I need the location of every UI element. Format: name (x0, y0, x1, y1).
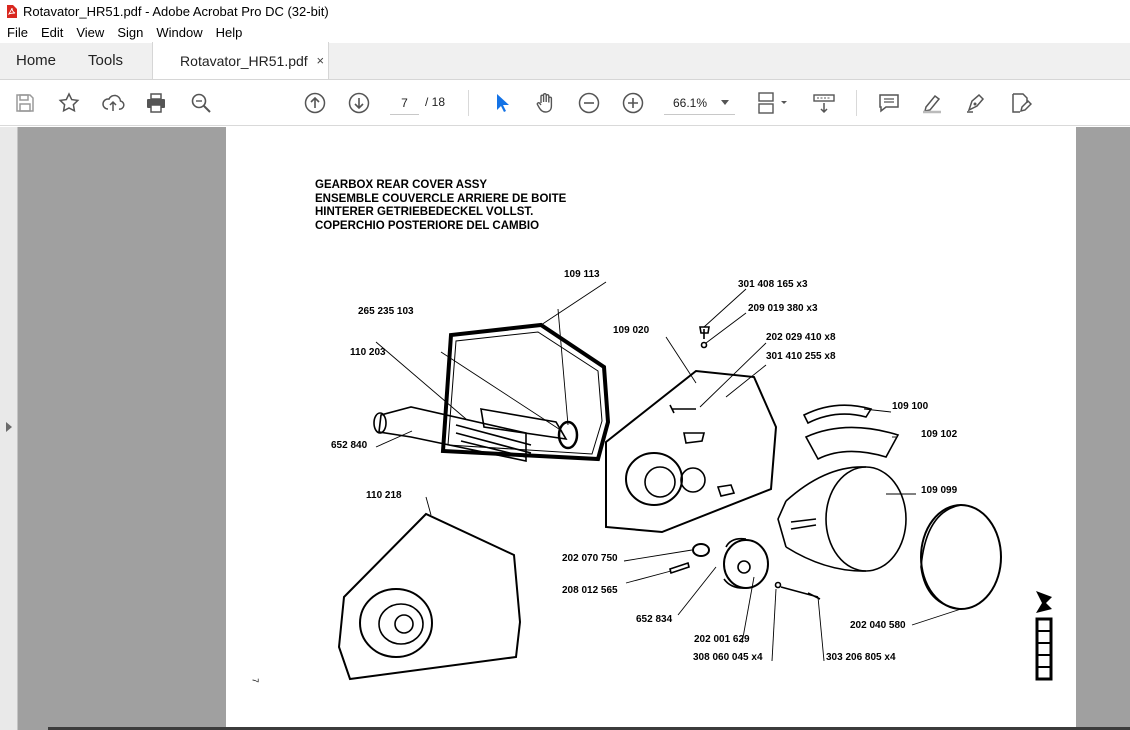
part-label: 109 020 (613, 325, 650, 336)
menu-edit[interactable]: Edit (34, 25, 69, 40)
toolbar-divider (856, 90, 857, 116)
left-panel-toggle[interactable] (0, 127, 18, 730)
part-label: 265 235 103 (358, 306, 414, 317)
menu-help[interactable]: Help (209, 25, 249, 40)
page-layout-icon[interactable] (757, 91, 791, 115)
part-label: 301 408 165 x3 (738, 279, 808, 290)
bookmark-star-icon[interactable] (57, 91, 81, 115)
document-tab-label: Rotavator_HR51.pdf (180, 52, 308, 69)
zoom-level-value: 66.1% (673, 95, 708, 110)
close-tab-icon[interactable]: × (316, 53, 324, 68)
right-scroll-area[interactable] (1102, 127, 1130, 730)
chevron-right-icon (6, 422, 12, 432)
part-label: 209 019 380 x3 (748, 303, 818, 314)
part-label: 652 840 (331, 440, 368, 451)
select-cursor-icon[interactable] (490, 91, 514, 115)
part-label: 202 029 410 x8 (766, 332, 836, 343)
part-label: 308 060 045 x4 (693, 652, 763, 663)
menu-window[interactable]: Window (149, 25, 208, 40)
part-label: 109 099 (921, 485, 958, 496)
zoom-in-icon[interactable] (621, 91, 645, 115)
window-title: Rotavator_HR51.pdf - Adobe Acrobat Pro D… (23, 3, 329, 19)
pdf-page: GEARBOX REAR COVER ASSY ENSEMBLE COUVERC… (226, 127, 1076, 730)
toolbar: 7 / 18 66.1% (0, 80, 1130, 126)
tab-tools[interactable]: Tools (72, 42, 139, 79)
part-label: 301 410 255 x8 (766, 351, 836, 362)
menu-view[interactable]: View (69, 25, 110, 40)
page-total-label: / 18 (425, 95, 446, 109)
part-label: 652 834 (636, 614, 673, 625)
tab-bar: Home Tools Rotavator_HR51.pdf × (0, 42, 1130, 80)
document-workspace[interactable]: GEARBOX REAR COVER ASSY ENSEMBLE COUVERC… (0, 127, 1130, 730)
cloud-upload-icon[interactable] (101, 91, 125, 115)
part-label: 109 100 (892, 401, 929, 412)
part-label: 109 102 (921, 429, 958, 440)
part-label: 303 206 805 x4 (826, 652, 896, 663)
document-heading: GEARBOX REAR COVER ASSY ENSEMBLE COUVERC… (315, 179, 566, 233)
acrobat-app-icon (7, 4, 17, 18)
scroll-mode-icon[interactable] (812, 91, 836, 115)
part-label: 110 218 (366, 490, 402, 501)
toolbar-divider (468, 90, 469, 116)
menu-sign[interactable]: Sign (110, 25, 149, 40)
part-label: 202 040 580 (850, 620, 906, 631)
highlight-pen-icon[interactable] (920, 91, 944, 115)
part-label: 208 012 565 (562, 585, 618, 596)
howard-logo (1035, 591, 1053, 681)
part-label: 110 203 (350, 347, 386, 358)
zoom-out-icon[interactable] (577, 91, 601, 115)
current-page-input[interactable]: 7 (390, 91, 419, 115)
menu-file[interactable]: File (0, 25, 34, 40)
page-number: 7 (250, 678, 260, 683)
tab-document[interactable]: Rotavator_HR51.pdf × (152, 42, 330, 79)
title-bar: Rotavator_HR51.pdf - Adobe Acrobat Pro D… (0, 0, 1130, 22)
edit-pdf-icon[interactable] (1008, 91, 1032, 115)
menu-bar: File Edit View Sign Window Help (0, 22, 1130, 43)
hand-tool-icon[interactable] (533, 91, 557, 115)
save-icon[interactable] (13, 91, 37, 115)
search-zoom-icon[interactable] (189, 91, 213, 115)
fill-sign-icon[interactable] (964, 91, 988, 115)
zoom-level-select[interactable]: 66.1% (664, 91, 735, 115)
tab-home[interactable]: Home (0, 42, 72, 79)
heading-line-fr: ENSEMBLE COUVERCLE ARRIERE DE BOITE (315, 192, 567, 205)
heading-line-de: HINTERER GETRIEBEDECKEL VOLLST. (315, 206, 534, 218)
part-label: 202 070 750 (562, 553, 618, 564)
comment-icon[interactable] (877, 91, 901, 115)
part-label: 202 001 629 (694, 634, 750, 645)
page-up-icon[interactable] (303, 91, 327, 115)
chevron-down-icon (721, 100, 729, 105)
print-icon[interactable] (144, 91, 168, 115)
heading-line-en: GEARBOX REAR COVER ASSY (315, 179, 488, 191)
part-label: 109 113 (564, 269, 600, 280)
heading-line-it: COPERCHIO POSTERIORE DEL CAMBIO (315, 219, 540, 232)
page-down-icon[interactable] (347, 91, 371, 115)
